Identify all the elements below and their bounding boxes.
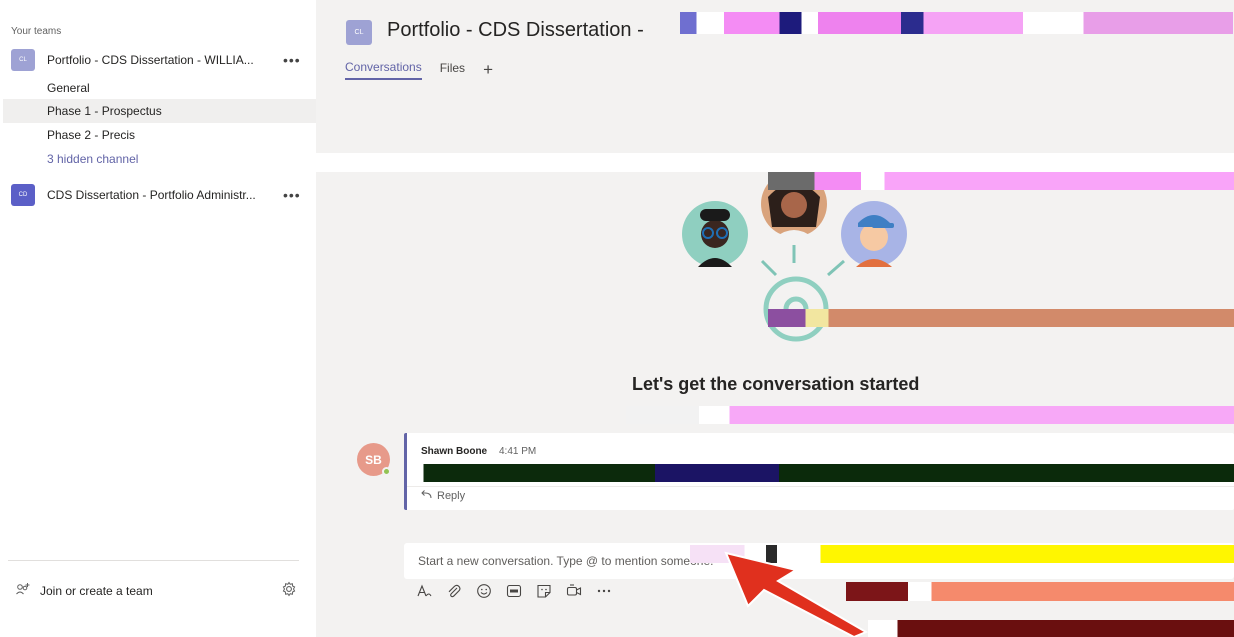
channel-title: Portfolio - CDS Dissertation - <box>387 19 644 41</box>
team-row-portfolio[interactable]: CL Portfolio - CDS Dissertation - WILLIA… <box>0 46 316 74</box>
divider <box>407 486 1234 487</box>
gif-icon[interactable] <box>506 583 522 599</box>
empty-state-title: Let's get the conversation started <box>632 374 920 394</box>
attach-icon[interactable] <box>446 583 462 599</box>
conversation-illustration <box>682 175 907 342</box>
channel-phase-1-prospectus[interactable]: Phase 1 - Prospectus <box>3 99 316 123</box>
corrupted-region <box>768 172 1234 190</box>
compose-toolbar <box>416 583 612 599</box>
reply-button[interactable]: Reply <box>421 490 465 502</box>
message-author[interactable]: Shawn Boone <box>421 446 487 457</box>
more-options-icon[interactable]: ••• <box>283 187 301 203</box>
tab-files[interactable]: Files <box>440 61 465 79</box>
channel-general[interactable]: General <box>3 76 316 100</box>
teams-pane: Your teams CL Portfolio - CDS Dissertati… <box>0 0 316 637</box>
team-avatar: CL <box>11 49 35 71</box>
presence-available-icon <box>382 467 391 476</box>
channel-phase-2-precis[interactable]: Phase 2 - Precis <box>3 123 316 147</box>
annotation-arrow-icon <box>724 551 869 637</box>
divider <box>8 560 299 561</box>
team-name: CDS Dissertation - Portfolio Administr..… <box>47 188 256 202</box>
team-row-cds-admin[interactable]: CD CDS Dissertation - Portfolio Administ… <box>0 181 316 209</box>
meet-now-icon[interactable] <box>566 583 582 599</box>
section-title: Your teams <box>11 26 62 37</box>
emoji-icon[interactable] <box>476 583 492 599</box>
corrupted-region <box>768 309 1234 327</box>
channel-tabs: Conversations Files + <box>345 60 493 80</box>
more-options-icon[interactable] <box>596 583 612 599</box>
channel-avatar: CL <box>346 20 372 45</box>
channel-main: CL Portfolio - CDS Dissertation - Conver… <box>316 0 1234 637</box>
corrupted-region <box>626 406 1234 424</box>
join-label: Join or create a team <box>40 583 153 598</box>
divider <box>316 153 1234 172</box>
add-tab-button[interactable]: + <box>483 61 493 78</box>
tab-conversations[interactable]: Conversations <box>345 60 422 80</box>
message-time: 4:41 PM <box>499 446 537 457</box>
message-card: Shawn Boone 4:41 PM Reply <box>404 433 1234 510</box>
corrupted-region <box>680 12 1233 34</box>
team-avatar: CD <box>11 184 35 206</box>
reply-icon <box>421 490 432 502</box>
avatar[interactable]: SB <box>357 443 391 476</box>
hidden-channels-link[interactable]: 3 hidden channel <box>3 147 316 171</box>
format-icon[interactable] <box>416 583 432 599</box>
gear-icon[interactable] <box>281 581 297 602</box>
avatar-initials: SB <box>365 452 382 467</box>
join-create-team-button[interactable]: Join or create a team <box>15 582 153 599</box>
reply-label: Reply <box>437 490 466 502</box>
team-name: Portfolio - CDS Dissertation - WILLIA... <box>47 53 254 67</box>
corrupted-region <box>868 620 1234 637</box>
join-team-icon <box>15 582 31 599</box>
sticker-icon[interactable] <box>536 583 552 599</box>
more-options-icon[interactable]: ••• <box>283 52 301 68</box>
corrupted-region <box>407 464 1234 482</box>
